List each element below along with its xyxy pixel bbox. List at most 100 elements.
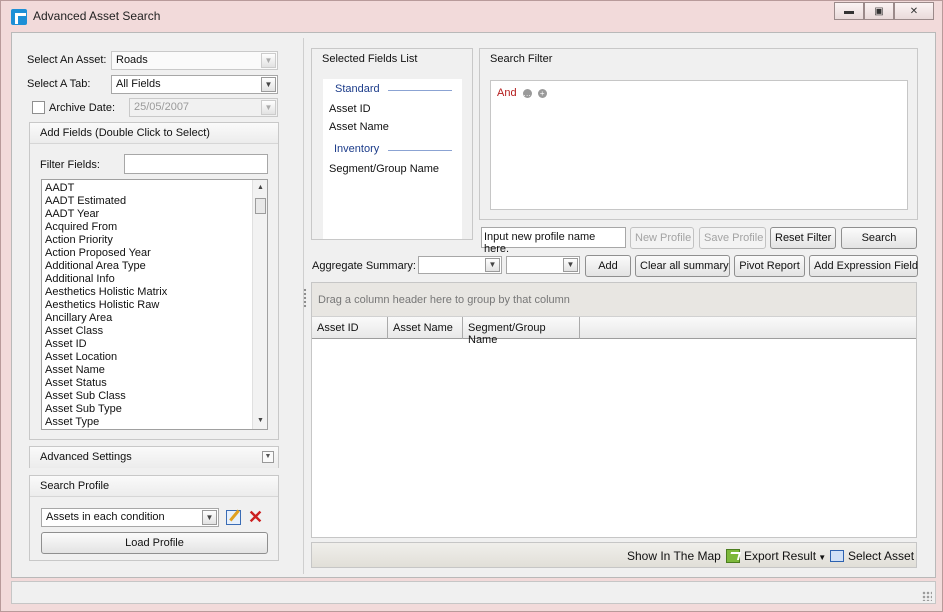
field-list-item[interactable]: Ancillary Area bbox=[42, 312, 267, 325]
add-condition-icon[interactable]: + bbox=[537, 88, 547, 98]
results-grid[interactable]: Drag a column header here to group by th… bbox=[311, 282, 917, 538]
selected-field-item[interactable]: Segment/Group Name bbox=[329, 163, 439, 175]
add-expression-field-button[interactable]: Add Expression Field bbox=[809, 255, 918, 277]
left-panel: Select An Asset: Roads ▼ Select A Tab: A… bbox=[17, 38, 304, 574]
archive-date-label: Archive Date: bbox=[49, 102, 116, 114]
column-header-asset-name[interactable]: Asset Name bbox=[388, 317, 463, 339]
export-result-label: Export Result bbox=[744, 549, 817, 563]
new-profile-button[interactable]: New Profile bbox=[630, 227, 694, 249]
field-list-item[interactable]: Additional Area Type bbox=[42, 260, 267, 273]
client-area: Select An Asset: Roads ▼ Select A Tab: A… bbox=[11, 32, 936, 578]
column-header-segment-group-name[interactable]: Segment/Group Name bbox=[463, 317, 580, 346]
field-list-item[interactable]: Aesthetics Holistic Raw bbox=[42, 299, 267, 312]
inventory-divider bbox=[388, 150, 452, 151]
minimize-button[interactable]: ▬ bbox=[834, 2, 864, 20]
and-operator[interactable]: And bbox=[497, 87, 517, 99]
field-list-item[interactable]: AADT Year bbox=[42, 208, 267, 221]
field-list-item[interactable]: Asset Name bbox=[42, 364, 267, 377]
archive-date-checkbox[interactable] bbox=[32, 101, 45, 114]
aggregate-function-select[interactable]: ▼ bbox=[506, 256, 580, 274]
field-list-item[interactable]: AADT bbox=[42, 182, 267, 195]
select-asset-label: Select An Asset: bbox=[27, 54, 107, 66]
field-list-item[interactable]: Asset Sub Class bbox=[42, 390, 267, 403]
archive-date-picker[interactable]: 25/05/2007 ▼ bbox=[129, 98, 278, 117]
field-list-item[interactable]: Asset ID bbox=[42, 338, 267, 351]
expand-icon[interactable]: ▼ bbox=[262, 451, 274, 463]
aggregate-field-select[interactable]: ▼ bbox=[418, 256, 502, 274]
selected-fields-header: Selected Fields List bbox=[312, 49, 472, 70]
filter-fields-label: Filter Fields: bbox=[40, 159, 100, 171]
column-header-asset-id[interactable]: Asset ID bbox=[312, 317, 388, 339]
select-asset-button-label: Select Asset bbox=[848, 549, 915, 563]
fields-list: AADT AADT Estimated AADT Year Acquired From… bbox=[42, 180, 267, 429]
window-controls: ▬ ▣ ✕ bbox=[834, 2, 934, 20]
close-icon: ✕ bbox=[909, 5, 919, 17]
maximize-button[interactable]: ▣ bbox=[864, 2, 894, 20]
field-list-item[interactable]: Asset Class bbox=[42, 325, 267, 338]
select-tab-value: All Fields bbox=[116, 78, 161, 90]
export-icon bbox=[726, 549, 740, 563]
archive-date-value: 25/05/2007 bbox=[134, 101, 190, 113]
search-profile-group: Search Profile Assets in each condition … bbox=[29, 475, 279, 561]
scroll-down-icon[interactable]: ▼ bbox=[253, 414, 267, 428]
save-profile-button[interactable]: Save Profile bbox=[699, 227, 766, 249]
resize-grip[interactable] bbox=[922, 591, 932, 601]
chevron-down-icon: ▼ bbox=[261, 53, 276, 68]
field-list-item[interactable]: Asset Sub Type bbox=[42, 403, 267, 416]
group-by-panel[interactable]: Drag a column header here to group by th… bbox=[312, 283, 916, 317]
field-list-item[interactable]: Asset Location bbox=[42, 351, 267, 364]
grid-column-headers: Asset ID Asset Name Segment/Group Name bbox=[312, 317, 916, 346]
select-asset-button[interactable]: Select Asset bbox=[830, 549, 914, 563]
load-profile-button[interactable]: Load Profile bbox=[41, 532, 268, 554]
field-list-item[interactable]: Additional Info bbox=[42, 273, 267, 286]
profile-combo[interactable]: Assets in each condition ▼ bbox=[41, 508, 219, 527]
field-list-item[interactable]: Action Proposed Year bbox=[42, 247, 267, 260]
app-window: Advanced Asset Search ▬ ▣ ✕ Select An As… bbox=[0, 0, 943, 612]
splitter-grip[interactable] bbox=[303, 288, 307, 308]
advanced-settings-header: Advanced Settings bbox=[30, 447, 278, 468]
field-list-item[interactable]: AADT Estimated bbox=[42, 195, 267, 208]
select-tab-combo[interactable]: All Fields ▼ bbox=[111, 75, 278, 94]
reset-filter-button[interactable]: Reset Filter bbox=[770, 227, 836, 249]
delete-profile-icon[interactable]: ✕ bbox=[248, 508, 263, 526]
fields-scrollbar[interactable]: ▲ ▼ bbox=[252, 180, 267, 429]
field-list-item[interactable]: Asset Type bbox=[42, 416, 267, 429]
show-in-map-button[interactable]: Show In The Map bbox=[627, 549, 721, 563]
filter-editor[interactable]: And … + bbox=[490, 80, 908, 210]
edit-profile-icon[interactable] bbox=[226, 510, 241, 525]
scroll-up-icon[interactable]: ▲ bbox=[253, 181, 267, 195]
chevron-down-icon: ▼ bbox=[816, 553, 827, 562]
field-list-item[interactable]: Acquired From bbox=[42, 221, 267, 234]
close-button[interactable]: ✕ bbox=[894, 2, 934, 20]
fields-listbox[interactable]: AADT AADT Estimated AADT Year Acquired From… bbox=[41, 179, 268, 430]
pivot-report-button[interactable]: Pivot Report bbox=[734, 255, 805, 277]
filter-fields-input[interactable] bbox=[124, 154, 268, 174]
selected-field-item[interactable]: Asset ID bbox=[329, 103, 371, 115]
field-list-item[interactable]: Aesthetics Holistic Matrix bbox=[42, 286, 267, 299]
field-list-item[interactable]: Action Priority bbox=[42, 234, 267, 247]
selected-field-item[interactable]: Asset Name bbox=[329, 121, 389, 133]
add-fields-group: Add Fields (Double Click to Select) Filt… bbox=[29, 122, 279, 440]
select-asset-value: Roads bbox=[116, 54, 148, 66]
inventory-section-label: Inventory bbox=[334, 143, 380, 155]
search-profile-header: Search Profile bbox=[30, 476, 278, 497]
export-result-button[interactable]: Export Result ▼ bbox=[726, 549, 826, 563]
selected-fields-list[interactable]: Standard Asset ID Asset Name Inventory S… bbox=[323, 79, 462, 239]
select-tab-label: Select A Tab: bbox=[27, 78, 91, 90]
profile-name-input[interactable]: Input new profile name here. bbox=[481, 227, 626, 255]
chevron-down-icon: ▼ bbox=[261, 77, 276, 92]
advanced-settings-group[interactable]: Advanced Settings ▼ bbox=[29, 446, 279, 468]
add-summary-button[interactable]: Add bbox=[585, 255, 631, 277]
aggregate-summary-label: Aggregate Summary: bbox=[312, 260, 416, 272]
profile-value: Assets in each condition bbox=[46, 511, 165, 523]
chevron-down-icon: ▼ bbox=[261, 100, 276, 115]
status-bar bbox=[11, 581, 936, 604]
more-options-icon[interactable]: … bbox=[522, 88, 532, 98]
scroll-thumb[interactable] bbox=[255, 198, 266, 214]
clear-summary-button[interactable]: Clear all summary bbox=[635, 255, 730, 277]
chevron-down-icon: ▼ bbox=[485, 258, 500, 272]
search-button[interactable]: Search bbox=[841, 227, 917, 249]
bottom-toolbar: Show In The Map Export Result ▼ Select A… bbox=[311, 542, 917, 568]
field-list-item[interactable]: Asset Status bbox=[42, 377, 267, 390]
select-asset-combo[interactable]: Roads ▼ bbox=[111, 51, 278, 70]
